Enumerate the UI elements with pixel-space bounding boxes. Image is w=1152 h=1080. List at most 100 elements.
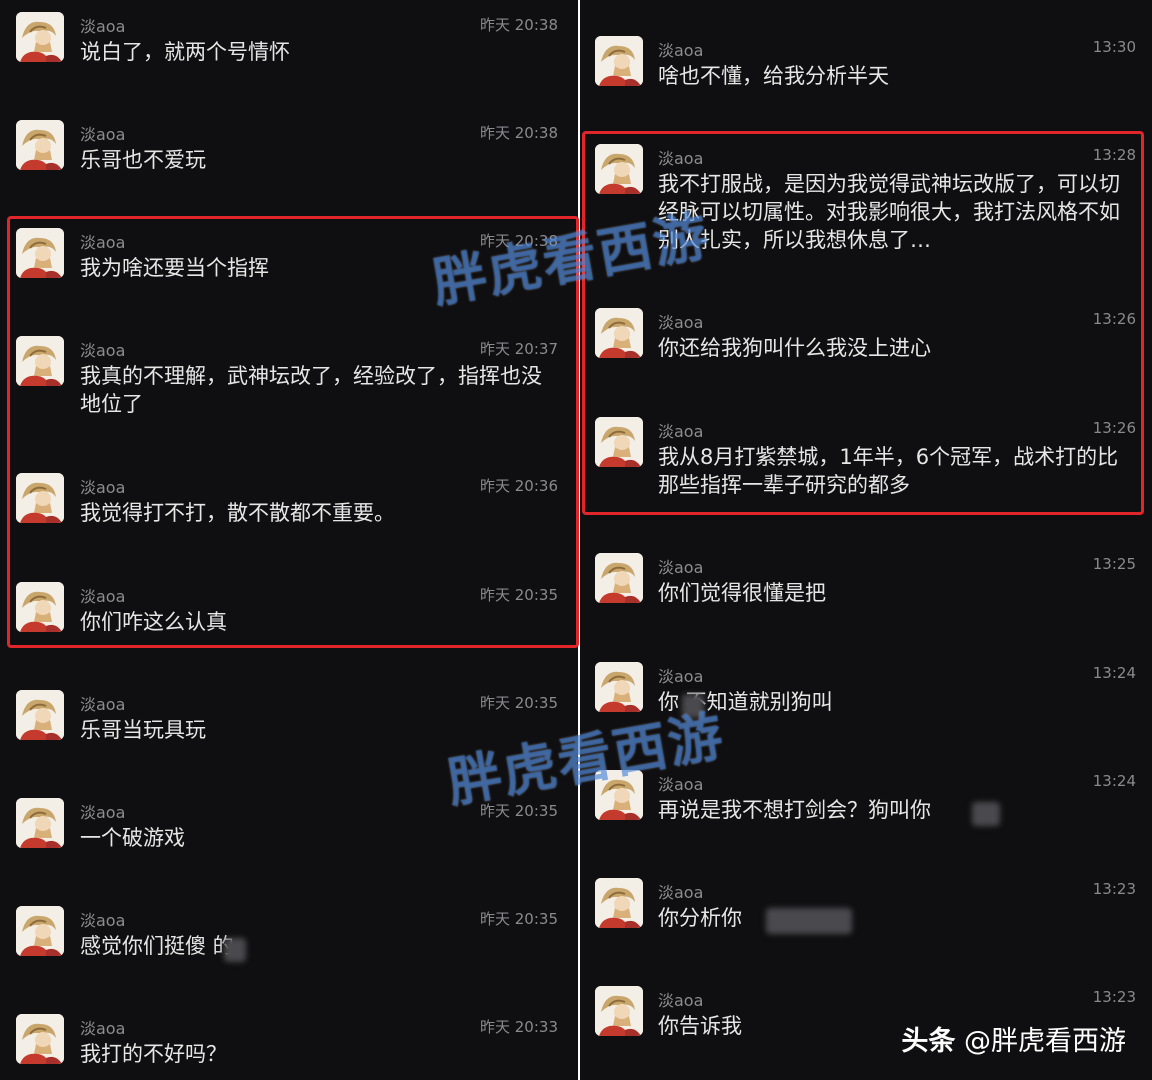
avatar[interactable] [16, 336, 64, 386]
message-timestamp: 昨天 20:35 [480, 910, 558, 928]
avatar-illustration [595, 553, 643, 603]
chat-message[interactable]: 淡aoa 昨天 20:38 乐哥也不爱玩 [0, 108, 578, 208]
message-username[interactable]: 淡aoa [80, 13, 125, 37]
message-username[interactable]: 淡aoa [80, 583, 125, 607]
chat-message[interactable]: 淡aoa 昨天 20:38 说白了，就两个号情怀 [0, 0, 578, 100]
message-username[interactable]: 淡aoa [80, 691, 125, 715]
avatar[interactable] [595, 308, 643, 358]
avatar[interactable] [16, 582, 64, 632]
message-timestamp: 13:25 [1092, 555, 1136, 573]
chat-message[interactable]: 淡aoa 昨天 20:35 感觉你们挺傻 的 [0, 894, 578, 994]
message-username[interactable]: 淡aoa [80, 907, 125, 931]
chat-message[interactable]: 淡aoa 昨天 20:36 我觉得打不打，散不散都不重要。 [0, 461, 578, 561]
right-chat-panel: 淡aoa 13:30 啥也不懂，给我分析半天 淡aoa 13:28 我不打服战，是因为我觉… [580, 0, 1152, 1080]
message-username[interactable]: 淡aoa [658, 37, 703, 61]
message-timestamp: 昨天 20:35 [480, 694, 558, 712]
message-text: 我不打服战，是因为我觉得武神坛改版了，可以切经脉可以切属性。对我影响很大，我打法… [658, 172, 1120, 252]
avatar[interactable] [595, 986, 643, 1036]
avatar-illustration [16, 336, 64, 386]
avatar[interactable] [16, 1014, 64, 1064]
avatar-illustration [16, 906, 64, 956]
message-username[interactable]: 淡aoa [658, 418, 703, 442]
footer-credit: 头条 @胖虎看西游 [901, 1019, 1126, 1058]
message-text: 再说是我不想打剑会？狗叫你 [658, 798, 931, 822]
message-text: 我打的不好吗？ [80, 1042, 227, 1066]
message-timestamp: 昨天 20:33 [480, 1018, 558, 1036]
message-username[interactable]: 淡aoa [80, 1015, 125, 1039]
message-timestamp: 13:26 [1092, 419, 1136, 437]
message-timestamp: 昨天 20:36 [480, 477, 558, 495]
avatar[interactable] [16, 906, 64, 956]
message-username[interactable]: 淡aoa [658, 554, 703, 578]
message-timestamp: 昨天 20:37 [480, 340, 558, 358]
message-text: 你还给我狗叫什么我没上进心 [658, 336, 931, 360]
avatar-illustration [595, 417, 643, 467]
avatar[interactable] [595, 36, 643, 86]
message-username[interactable]: 淡aoa [80, 337, 125, 361]
message-timestamp: 13:23 [1092, 988, 1136, 1006]
avatar-illustration [16, 690, 64, 740]
avatar[interactable] [16, 120, 64, 170]
censor-patch [766, 908, 852, 934]
message-text: 我真的不理解，武神坛改了，经验改了，指挥也没地位了 [80, 364, 542, 416]
message-text: 你分析你 [658, 906, 742, 930]
message-username[interactable]: 淡aoa [658, 309, 703, 333]
message-timestamp: 13:23 [1092, 880, 1136, 898]
chat-message[interactable]: 淡aoa 昨天 20:33 我打的不好吗？ [0, 1002, 578, 1080]
avatar-illustration [16, 1014, 64, 1064]
chat-message[interactable]: 淡aoa 13:30 啥也不懂，给我分析半天 [580, 24, 1152, 124]
message-timestamp: 13:28 [1092, 146, 1136, 164]
message-username[interactable]: 淡aoa [658, 879, 703, 903]
avatar[interactable] [16, 473, 64, 523]
message-text: 我觉得打不打，散不散都不重要。 [80, 501, 395, 525]
message-text: 你们觉得很懂是把 [658, 581, 826, 605]
message-timestamp: 13:26 [1092, 310, 1136, 328]
avatar-illustration [595, 36, 643, 86]
message-username[interactable]: 淡aoa [658, 663, 703, 687]
avatar-illustration [595, 144, 643, 194]
chat-message[interactable]: 淡aoa 13:23 你分析你 [580, 866, 1152, 966]
avatar[interactable] [16, 12, 64, 62]
message-username[interactable]: 淡aoa [80, 121, 125, 145]
message-timestamp: 13:24 [1092, 772, 1136, 790]
message-text: 说白了，就两个号情怀 [80, 40, 290, 64]
left-chat-panel: 淡aoa 昨天 20:38 说白了，就两个号情怀 淡aoa 昨天 20:38 乐哥也不爱玩… [0, 0, 578, 1080]
message-username[interactable]: 淡aoa [80, 799, 125, 823]
avatar-illustration [595, 986, 643, 1036]
message-text: 乐哥也不爱玩 [80, 148, 206, 172]
message-username[interactable]: 淡aoa [658, 145, 703, 169]
message-text: 感觉你们挺傻 的 [80, 934, 234, 958]
avatar[interactable] [595, 878, 643, 928]
message-timestamp: 昨天 20:38 [480, 124, 558, 142]
avatar[interactable] [16, 798, 64, 848]
avatar[interactable] [16, 228, 64, 278]
chat-message[interactable]: 淡aoa 昨天 20:35 你们咋这么认真 [0, 570, 578, 670]
avatar-illustration [16, 473, 64, 523]
avatar-illustration [595, 308, 643, 358]
avatar[interactable] [16, 690, 64, 740]
censor-patch [972, 802, 1000, 826]
chat-message[interactable]: 淡aoa 13:26 我从8月打紫禁城，1年半，6个冠军，战术打的比那些指挥一辈子研… [580, 405, 1152, 505]
avatar-illustration [16, 582, 64, 632]
message-username[interactable]: 淡aoa [658, 987, 703, 1011]
chat-message[interactable]: 淡aoa 13:26 你还给我狗叫什么我没上进心 [580, 296, 1152, 396]
message-timestamp: 13:30 [1092, 38, 1136, 56]
message-text: 你 不知道就别狗叫 [658, 690, 833, 714]
footer-brand: 头条 [901, 1026, 956, 1057]
message-username[interactable]: 淡aoa [80, 229, 125, 253]
message-timestamp: 13:24 [1092, 664, 1136, 682]
message-text: 我从8月打紫禁城，1年半，6个冠军，战术打的比那些指挥一辈子研究的都多 [658, 445, 1119, 497]
message-username[interactable]: 淡aoa [80, 474, 125, 498]
censor-patch [224, 938, 246, 962]
avatar[interactable] [595, 144, 643, 194]
avatar[interactable] [595, 553, 643, 603]
message-text: 一个破游戏 [80, 826, 185, 850]
avatar-illustration [16, 12, 64, 62]
chat-message[interactable]: 淡aoa 昨天 20:37 我真的不理解，武神坛改了，经验改了，指挥也没地位了 [0, 324, 578, 424]
message-timestamp: 昨天 20:35 [480, 586, 558, 604]
avatar[interactable] [595, 417, 643, 467]
avatar-illustration [595, 878, 643, 928]
avatar-illustration [16, 228, 64, 278]
chat-message[interactable]: 淡aoa 13:25 你们觉得很懂是把 [580, 541, 1152, 641]
message-text: 啥也不懂，给我分析半天 [658, 64, 889, 88]
